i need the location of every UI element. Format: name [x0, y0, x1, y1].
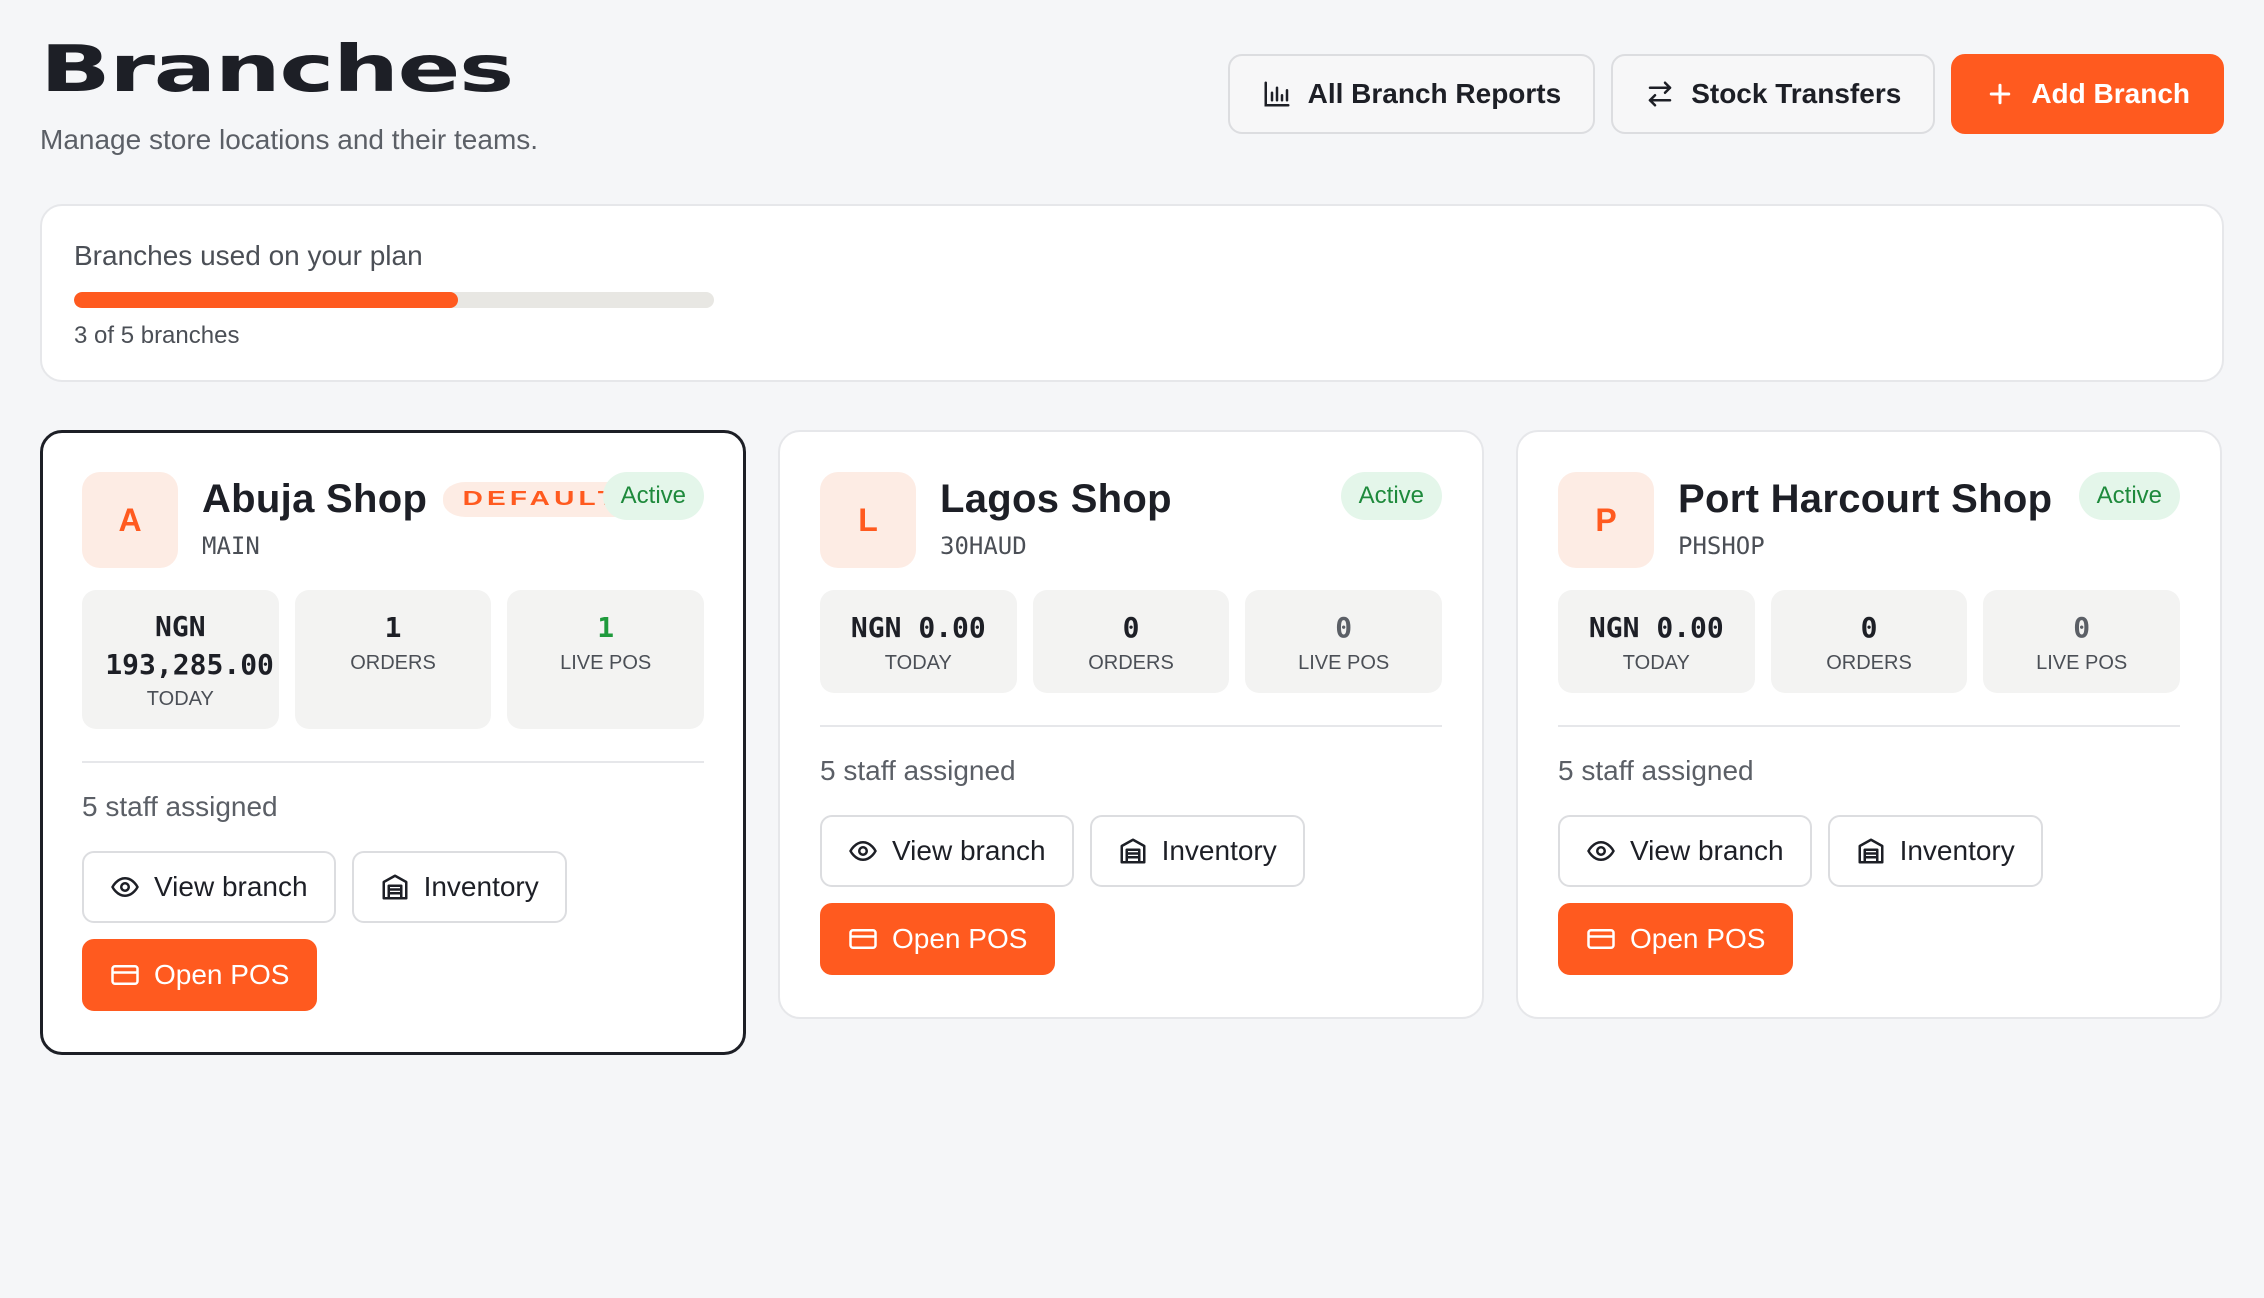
bar-chart-icon — [1264, 81, 1290, 107]
view-branch-label: View branch — [1630, 835, 1784, 866]
warehouse-icon — [1120, 838, 1146, 864]
warehouse-icon — [1858, 838, 1884, 864]
stat-revenue: NGN 0.00 TODAY — [820, 590, 1017, 693]
branch-avatar: A — [82, 472, 178, 568]
credit-card-icon — [1587, 929, 1615, 949]
branch-name: Lagos Shop — [940, 476, 1172, 521]
staff-assigned: 5 staff assigned — [82, 791, 278, 822]
open-pos-label: Open POS — [1630, 923, 1766, 954]
staff-assigned: 5 staff assigned — [1558, 755, 1754, 786]
status-badge: Active — [602, 472, 704, 520]
open-pos-button[interactable]: Open POS — [820, 903, 1056, 975]
view-branch-button[interactable]: View branch — [1558, 815, 1812, 887]
eye-icon — [849, 840, 877, 862]
inventory-button[interactable]: Inventory — [1089, 815, 1305, 887]
branch-card-lagos[interactable]: L Lagos Shop 30HAUD Active NGN 0.00 TODA… — [778, 430, 1484, 1019]
staff-assigned: 5 staff assigned — [820, 755, 1016, 786]
inventory-label: Inventory — [1161, 835, 1277, 866]
branch-avatar: L — [820, 472, 916, 568]
stat-live-pos-label: LIVE POS — [1298, 652, 1390, 674]
branch-name: Abuja Shop — [202, 476, 428, 521]
all-branch-reports-label: All Branch Reports — [1307, 78, 1562, 109]
view-branch-button[interactable]: View branch — [82, 851, 336, 923]
inventory-label: Inventory — [423, 871, 539, 902]
stock-transfers-label: Stock Transfers — [1691, 78, 1902, 109]
credit-card-icon — [849, 929, 877, 949]
stat-orders-label: ORDERS — [1088, 652, 1174, 674]
stat-live-pos: 0 LIVE POS — [1245, 590, 1443, 693]
stat-live-pos: 1 LIVE POS — [507, 590, 705, 729]
open-pos-label: Open POS — [892, 923, 1028, 954]
page-title: Branches — [40, 33, 514, 107]
stat-live-pos-label: LIVE POS — [560, 652, 652, 674]
open-pos-label: Open POS — [154, 959, 290, 990]
stat-orders: 1 ORDERS — [294, 590, 492, 729]
add-branch-label: Add Branch — [2031, 78, 2190, 109]
header-actions: All Branch Reports Stock Transfers Add B… — [1227, 54, 2224, 134]
stat-orders-value: 1 — [384, 611, 402, 644]
stat-live-pos-label: LIVE POS — [2036, 652, 2128, 674]
stat-orders-label: ORDERS — [1826, 652, 1912, 674]
stat-revenue: NGN 193,285.00 TODAY — [82, 590, 279, 729]
plan-usage-count: 3 of 5 branches — [74, 322, 240, 349]
plan-usage-label: Branches used on your plan — [74, 240, 423, 271]
stat-orders-label: ORDERS — [350, 652, 436, 674]
plan-progress-fill — [74, 292, 458, 308]
stock-transfers-button[interactable]: Stock Transfers — [1611, 54, 1936, 134]
view-branch-button[interactable]: View branch — [820, 815, 1074, 887]
branch-grid: A Abuja Shop DEFAULT MAIN Active NGN 193… — [40, 430, 2224, 1055]
stat-revenue: NGN 0.00 TODAY — [1558, 590, 1755, 693]
view-branch-label: View branch — [154, 871, 308, 902]
plus-icon — [1990, 83, 2011, 105]
status-badge: Active — [2078, 472, 2180, 520]
stat-orders: 0 ORDERS — [1770, 590, 1968, 693]
add-branch-button[interactable]: Add Branch — [1951, 54, 2224, 134]
credit-card-icon — [111, 965, 139, 985]
default-badge: DEFAULT — [443, 481, 622, 517]
warehouse-icon — [382, 874, 408, 900]
card-divider — [820, 725, 1442, 727]
branch-avatar: P — [1558, 472, 1654, 568]
open-pos-button[interactable]: Open POS — [82, 939, 318, 1011]
branch-card-port-harcourt[interactable]: P Port Harcourt Shop PHSHOP Active NGN 0… — [1516, 430, 2222, 1019]
branch-name: Port Harcourt Shop — [1678, 476, 2053, 521]
plan-progress-bar — [74, 292, 714, 308]
inventory-button[interactable]: Inventory — [1827, 815, 2043, 887]
stat-live-pos-value: 0 — [1335, 611, 1353, 644]
view-branch-label: View branch — [892, 835, 1046, 866]
plan-usage-card: Branches used on your plan 3 of 5 branch… — [40, 204, 2224, 382]
stat-orders-value: 0 — [1122, 611, 1140, 644]
status-badge: Active — [1340, 472, 1442, 520]
transfer-arrows-icon — [1648, 81, 1672, 107]
card-divider — [82, 761, 704, 763]
eye-icon — [111, 876, 139, 898]
stat-revenue-value: NGN 0.00 — [1588, 611, 1724, 644]
eye-icon — [1587, 840, 1615, 862]
stat-live-pos-value: 1 — [597, 611, 615, 644]
branch-code: PHSHOP — [1678, 532, 1765, 560]
page-header: Branches Manage store locations and thei… — [40, 38, 2224, 158]
stat-live-pos: 0 LIVE POS — [1983, 590, 2181, 693]
stat-revenue-label: TODAY — [1622, 652, 1690, 674]
stat-orders: 0 ORDERS — [1032, 590, 1230, 693]
inventory-button[interactable]: Inventory — [351, 851, 567, 923]
all-branch-reports-button[interactable]: All Branch Reports — [1227, 54, 1596, 134]
stat-revenue-value: NGN 0.00 — [850, 611, 986, 644]
card-divider — [1558, 725, 2180, 727]
branch-card-abuja[interactable]: A Abuja Shop DEFAULT MAIN Active NGN 193… — [40, 430, 746, 1055]
stat-revenue-value: NGN 193,285.00 — [105, 610, 274, 681]
inventory-label: Inventory — [1899, 835, 2015, 866]
branch-code: MAIN — [202, 532, 260, 560]
stat-revenue-label: TODAY — [884, 652, 952, 674]
branch-code: 30HAUD — [940, 532, 1027, 560]
open-pos-button[interactable]: Open POS — [1558, 903, 1794, 975]
stat-live-pos-value: 0 — [2073, 611, 2091, 644]
stat-orders-value: 0 — [1860, 611, 1878, 644]
stat-revenue-label: TODAY — [146, 688, 214, 710]
